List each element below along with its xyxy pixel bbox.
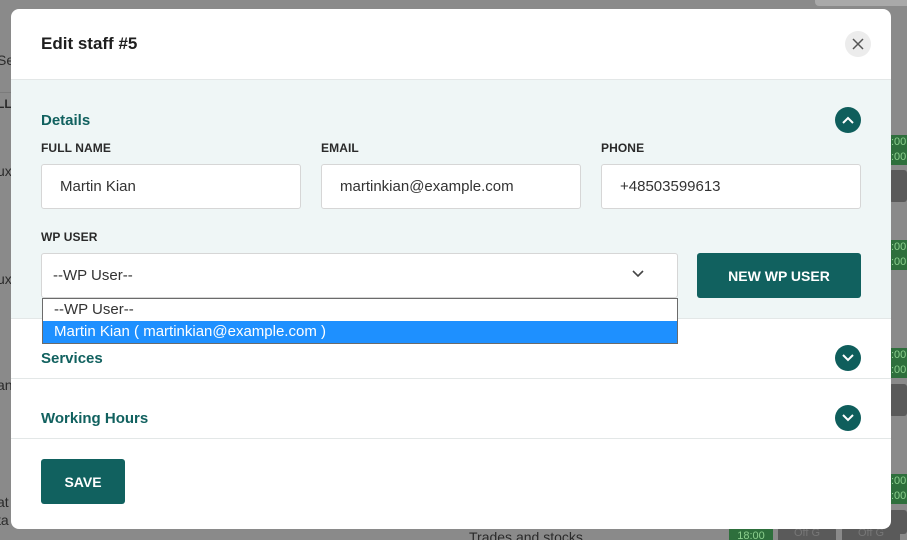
chevron-down-icon (842, 414, 854, 422)
background-time-slot: :00 (889, 150, 907, 165)
details-section-title[interactable]: Details (41, 112, 90, 129)
background-divider (0, 92, 11, 93)
full-name-input[interactable] (41, 164, 301, 209)
background-text: ta (0, 512, 9, 528)
background-text: at (0, 494, 9, 510)
background-header-button (815, 0, 907, 6)
email-input[interactable] (321, 164, 581, 209)
edit-staff-modal: Edit staff #5 Details FULL NAME EMAIL PH… (11, 9, 891, 529)
modal-footer (11, 439, 891, 529)
background-time-slot: :00 (889, 474, 907, 489)
working-hours-expand-button[interactable] (835, 405, 861, 431)
wp-user-label: WP USER (41, 230, 98, 244)
modal-title: Edit staff #5 (41, 34, 138, 53)
wp-user-option[interactable]: --WP User-- (43, 299, 677, 321)
full-name-label: FULL NAME (41, 141, 112, 155)
background-text: Trades and stocks (469, 529, 583, 540)
wp-user-dropdown-list: --WP User-- Martin Kian ( martinkian@exa… (42, 298, 678, 344)
services-section-title[interactable]: Services (41, 350, 103, 367)
background-time-slot: :00 (889, 489, 907, 504)
services-expand-button[interactable] (835, 345, 861, 371)
background-button (889, 384, 907, 416)
phone-label: PHONE (601, 141, 645, 155)
background-button (889, 170, 907, 202)
save-button[interactable]: SAVE (41, 459, 125, 504)
background-time-slot: :00 (889, 363, 907, 378)
email-label: EMAIL (321, 141, 359, 155)
background-time-slot: :00 (889, 135, 907, 150)
working-hours-section: Working Hours (11, 379, 891, 439)
chevron-down-icon (632, 270, 644, 278)
details-section: Details FULL NAME EMAIL PHONE WP USER --… (11, 80, 891, 319)
wp-user-select[interactable]: --WP User-- (41, 253, 678, 298)
wp-user-select-value: --WP User-- (53, 267, 133, 284)
working-hours-section-title[interactable]: Working Hours (41, 410, 148, 427)
background-time-slot: :00 (889, 348, 907, 363)
wp-user-option-highlighted[interactable]: Martin Kian ( martinkian@example.com ) (43, 321, 677, 343)
background-time-slot: :00 (889, 240, 907, 255)
background-time-slot: 18:00 (729, 529, 773, 540)
details-collapse-button[interactable] (835, 107, 861, 133)
chevron-up-icon (842, 116, 854, 124)
chevron-down-icon (842, 354, 854, 362)
modal-header: Edit staff #5 (11, 9, 891, 80)
close-button[interactable] (845, 31, 871, 57)
close-icon (852, 38, 864, 50)
new-wp-user-button[interactable]: NEW WP USER (697, 253, 861, 298)
background-time-slot: :00 (889, 255, 907, 270)
background-text: LL (0, 97, 12, 111)
phone-input[interactable] (601, 164, 861, 209)
